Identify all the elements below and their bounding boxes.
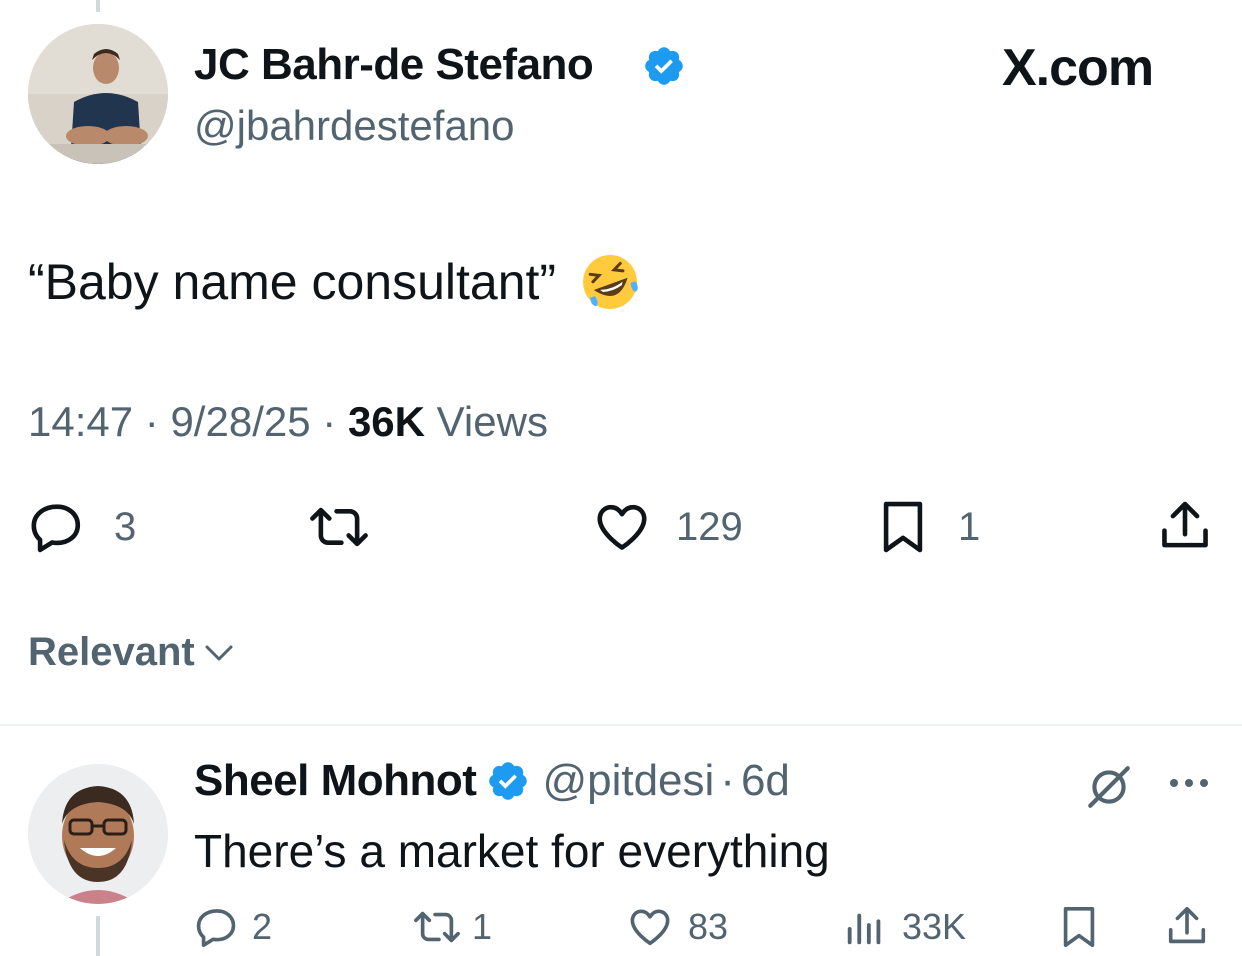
thread-line-bottom [96, 916, 100, 956]
share-icon [1156, 498, 1214, 556]
reply-views-button[interactable]: 33K [842, 904, 966, 950]
like-button[interactable]: 129 [592, 498, 743, 556]
meta-separator: · [322, 398, 337, 445]
thread-line-top [96, 0, 100, 12]
source-label: X.com [1002, 39, 1154, 97]
reply-header: Sheel Mohnot @pitdesi · 6d [194, 756, 790, 806]
reply-text: There’s a market for everything [194, 825, 830, 877]
author-handle[interactable]: @jbahrdestefano [194, 102, 515, 150]
like-count: 129 [676, 504, 743, 549]
tweet-time[interactable]: 14:47 [28, 398, 133, 445]
reply-author-name[interactable]: Sheel Mohnot [194, 756, 477, 806]
reply-icon [28, 498, 86, 556]
grok-icon[interactable] [1084, 762, 1134, 812]
sort-label: Relevant [28, 630, 195, 674]
repost-icon [410, 904, 464, 950]
chevron-down-icon [201, 635, 237, 671]
views-icon [842, 904, 888, 950]
meta-separator: · [720, 756, 735, 805]
share-button[interactable] [1156, 498, 1214, 556]
reply-like-button[interactable]: 83 [626, 904, 728, 950]
reply-count: 3 [114, 504, 137, 549]
like-icon [592, 498, 652, 556]
tweet-meta: 14:47 · 9/28/25 · 36K Views [28, 398, 548, 446]
reply-icon [194, 904, 240, 950]
meta-separator: · [144, 398, 159, 445]
reply-views-count: 33K [902, 906, 967, 947]
tweet-text-content: “Baby name consultant” [28, 254, 557, 310]
reply-repost-count: 1 [472, 906, 493, 947]
reply-author-avatar[interactable] [28, 764, 168, 904]
share-icon [1164, 904, 1210, 950]
reply-button[interactable]: 3 [28, 498, 136, 556]
author-avatar[interactable] [28, 24, 168, 164]
tweet-date[interactable]: 9/28/25 [170, 398, 310, 445]
bookmark-count: 1 [958, 504, 981, 549]
reply-repost-button[interactable]: 1 [410, 904, 492, 950]
reply-bookmark-button[interactable] [1058, 904, 1100, 950]
tweet-text: “Baby name consultant” [28, 252, 640, 312]
views-label: Views [436, 398, 548, 445]
verified-badge-icon [486, 759, 530, 803]
reply-reply-count: 2 [252, 906, 273, 947]
bookmark-icon [878, 498, 928, 556]
like-icon [626, 904, 674, 950]
laughing-emoji-icon [580, 252, 640, 312]
reply-age[interactable]: 6d [741, 756, 790, 806]
reply-share-button[interactable] [1164, 904, 1210, 950]
repost-button[interactable] [306, 498, 384, 556]
verified-badge-icon [642, 44, 686, 88]
reply-handle[interactable]: @pitdesi [542, 756, 714, 806]
sort-selector[interactable]: Relevant [28, 630, 237, 675]
views-count[interactable]: 36K [348, 398, 425, 445]
section-divider [0, 724, 1242, 726]
bookmark-icon [1058, 904, 1100, 950]
more-icon[interactable] [1166, 768, 1212, 798]
reply-reply-button[interactable]: 2 [194, 904, 272, 950]
repost-icon [306, 498, 372, 556]
author-name[interactable]: JC Bahr-de Stefano [194, 40, 594, 90]
reply-like-count: 83 [688, 906, 729, 947]
bookmark-button[interactable]: 1 [878, 498, 980, 556]
